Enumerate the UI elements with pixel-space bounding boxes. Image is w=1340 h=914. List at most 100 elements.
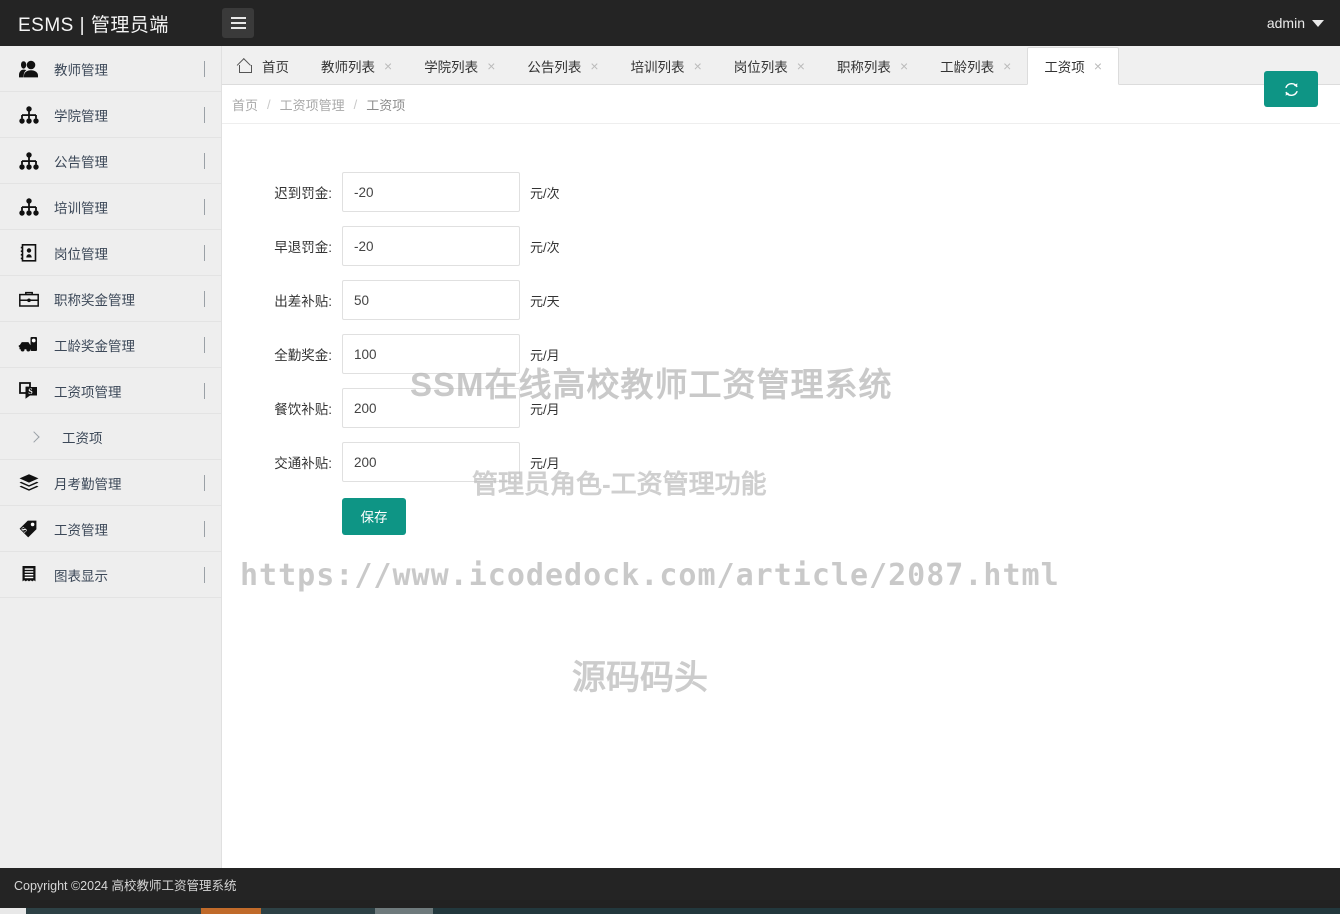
breadcrumb-separator: / bbox=[267, 96, 271, 112]
sidebar-item-label: 学院管理 bbox=[54, 108, 108, 124]
sidebar-item-chart-display[interactable]: 图表显示 bbox=[0, 552, 221, 598]
sidebar-subitem-salary-item[interactable]: 工资项 bbox=[0, 414, 221, 460]
close-icon[interactable]: × bbox=[1094, 59, 1102, 73]
chevron-left-icon bbox=[204, 245, 205, 261]
tab-position-list[interactable]: 岗位列表 × bbox=[718, 47, 821, 85]
close-icon[interactable]: × bbox=[900, 59, 908, 73]
user-menu[interactable]: admin bbox=[1267, 15, 1340, 31]
tab-seniority-list[interactable]: 工龄列表 × bbox=[924, 47, 1027, 85]
sidebar-item-monthly-attendance-management[interactable]: 月考勤管理 bbox=[0, 460, 221, 506]
app-brand-title: ESMS | 管理员端 bbox=[18, 14, 169, 36]
close-icon[interactable]: × bbox=[1003, 59, 1011, 73]
field-unit: 元/次 bbox=[530, 239, 560, 255]
sidebar-navigation[interactable]: 教师管理 学院管理 公告管理 培训管理 岗位管理 职称奖金管理 工龄奖金管理 S… bbox=[0, 46, 222, 868]
sidebar-item-seniority-bonus-management[interactable]: 工龄奖金管理 bbox=[0, 322, 221, 368]
sidebar-item-label: 岗位管理 bbox=[54, 246, 108, 262]
tab-label: 培训列表 bbox=[630, 60, 685, 75]
taskbar-cell bbox=[0, 908, 26, 914]
sidebar-item-label: 工资项管理 bbox=[54, 384, 122, 400]
close-icon[interactable]: × bbox=[384, 59, 392, 73]
toolbox-icon bbox=[18, 333, 46, 357]
meal-allowance-input[interactable] bbox=[342, 388, 520, 428]
field-unit: 元/月 bbox=[530, 401, 560, 417]
hamburger-icon-line bbox=[230, 22, 246, 24]
receipt-icon bbox=[18, 563, 46, 587]
sidebar-item-college-management[interactable]: 学院管理 bbox=[0, 92, 221, 138]
sidebar-subitem-label: 工资项 bbox=[62, 430, 103, 446]
tab-label: 学院列表 bbox=[424, 60, 479, 75]
watermark-url: https://www.icodedock.com/article/2087.h… bbox=[240, 558, 1060, 593]
sidebar-item-salary-item-management[interactable]: S 工资项管理 bbox=[0, 368, 221, 414]
form-row-transport-allowance: 交通补贴: 元/月 bbox=[222, 442, 1340, 482]
field-label: 餐饮补贴: bbox=[274, 402, 332, 417]
close-icon[interactable]: × bbox=[590, 59, 598, 73]
users-icon bbox=[18, 57, 46, 81]
svg-text:S: S bbox=[28, 387, 33, 396]
tab-college-list[interactable]: 学院列表 × bbox=[408, 47, 511, 85]
close-icon[interactable]: × bbox=[797, 59, 805, 73]
sidebar-item-announcement-management[interactable]: 公告管理 bbox=[0, 138, 221, 184]
sidebar-item-teacher-management[interactable]: 教师管理 bbox=[0, 46, 221, 92]
form-row-early-leave-penalty: 早退罚金: 元/次 bbox=[222, 226, 1340, 266]
breadcrumb-item-current: 工资项 bbox=[366, 97, 406, 113]
tab-announcement-list[interactable]: 公告列表 × bbox=[511, 47, 614, 85]
chevron-left-icon bbox=[204, 61, 205, 77]
sidebar-item-label: 图表显示 bbox=[54, 568, 108, 584]
field-label: 出差补贴: bbox=[274, 294, 332, 309]
sidebar-toggle-button[interactable] bbox=[222, 8, 254, 38]
chevron-left-icon bbox=[204, 337, 205, 353]
copyright-text: Copyright ©2024 高校教师工资管理系统 bbox=[14, 878, 237, 893]
field-label: 交通补贴: bbox=[274, 456, 332, 471]
sitemap-icon bbox=[18, 149, 46, 173]
refresh-icon bbox=[1283, 81, 1300, 98]
chevron-left-icon bbox=[204, 521, 205, 537]
sidebar-item-position-management[interactable]: 岗位管理 bbox=[0, 230, 221, 276]
taskbar-cell bbox=[433, 908, 1340, 914]
taskbar-cell bbox=[26, 908, 201, 914]
close-icon[interactable]: × bbox=[487, 59, 495, 73]
tab-home[interactable]: 首页 bbox=[222, 47, 305, 85]
main-content-area: 首页 教师列表 × 学院列表 × 公告列表 × 培训列表 × 岗位列表 × 职称… bbox=[222, 46, 1340, 868]
full-attendance-bonus-input[interactable] bbox=[342, 334, 520, 374]
taskbar-strip bbox=[0, 908, 1340, 914]
chevron-left-icon bbox=[204, 475, 205, 491]
chevron-left-icon bbox=[204, 199, 205, 215]
field-label: 早退罚金: bbox=[274, 240, 332, 255]
taskbar-cell bbox=[375, 908, 433, 914]
breadcrumb-item-salary-item-management[interactable]: 工资项管理 bbox=[280, 95, 345, 114]
field-unit: 元/天 bbox=[530, 293, 560, 309]
breadcrumb-item-home[interactable]: 首页 bbox=[232, 95, 258, 114]
price-tag-icon: S bbox=[18, 517, 46, 541]
sidebar-item-label: 职称奖金管理 bbox=[54, 292, 135, 308]
tab-title-list[interactable]: 职称列表 × bbox=[821, 47, 924, 85]
close-icon[interactable]: × bbox=[694, 59, 702, 73]
refresh-button[interactable] bbox=[1264, 71, 1318, 107]
transport-allowance-input[interactable] bbox=[342, 442, 520, 482]
briefcase-icon bbox=[18, 287, 46, 311]
money-note-icon: S bbox=[18, 379, 46, 403]
sidebar-item-training-management[interactable]: 培训管理 bbox=[0, 184, 221, 230]
footer-copyright: Copyright ©2024 高校教师工资管理系统 bbox=[0, 868, 1340, 900]
sidebar-item-title-bonus-management[interactable]: 职称奖金管理 bbox=[0, 276, 221, 322]
tab-label: 工资项 bbox=[1044, 60, 1085, 75]
field-unit: 元/次 bbox=[530, 185, 560, 201]
breadcrumb-separator: / bbox=[353, 96, 358, 112]
form-row-meal-allowance: 餐饮补贴: 元/月 bbox=[222, 388, 1340, 428]
tab-salary-item[interactable]: 工资项 × bbox=[1027, 47, 1119, 85]
address-book-icon bbox=[18, 241, 46, 265]
chevron-down-icon bbox=[204, 383, 205, 399]
late-penalty-input[interactable] bbox=[342, 172, 520, 212]
tab-label: 职称列表 bbox=[836, 60, 891, 75]
early-leave-penalty-input[interactable] bbox=[342, 226, 520, 266]
save-button[interactable]: 保存 bbox=[342, 497, 406, 535]
business-trip-allowance-input[interactable] bbox=[342, 280, 520, 320]
salary-item-form: 迟到罚金: 元/次 早退罚金: 元/次 出差补贴: 元/天 全勤奖金: 元/月 bbox=[222, 124, 1340, 536]
user-name-label: admin bbox=[1266, 15, 1305, 31]
hamburger-icon-line bbox=[230, 27, 246, 29]
form-row-late-penalty: 迟到罚金: 元/次 bbox=[222, 172, 1340, 212]
tab-training-list[interactable]: 培训列表 × bbox=[615, 47, 718, 85]
sidebar-item-salary-management[interactable]: S 工资管理 bbox=[0, 506, 221, 552]
tab-teacher-list[interactable]: 教师列表 × bbox=[305, 47, 408, 85]
chevron-right-icon bbox=[28, 430, 40, 443]
sidebar-item-label: 工龄奖金管理 bbox=[54, 338, 135, 354]
